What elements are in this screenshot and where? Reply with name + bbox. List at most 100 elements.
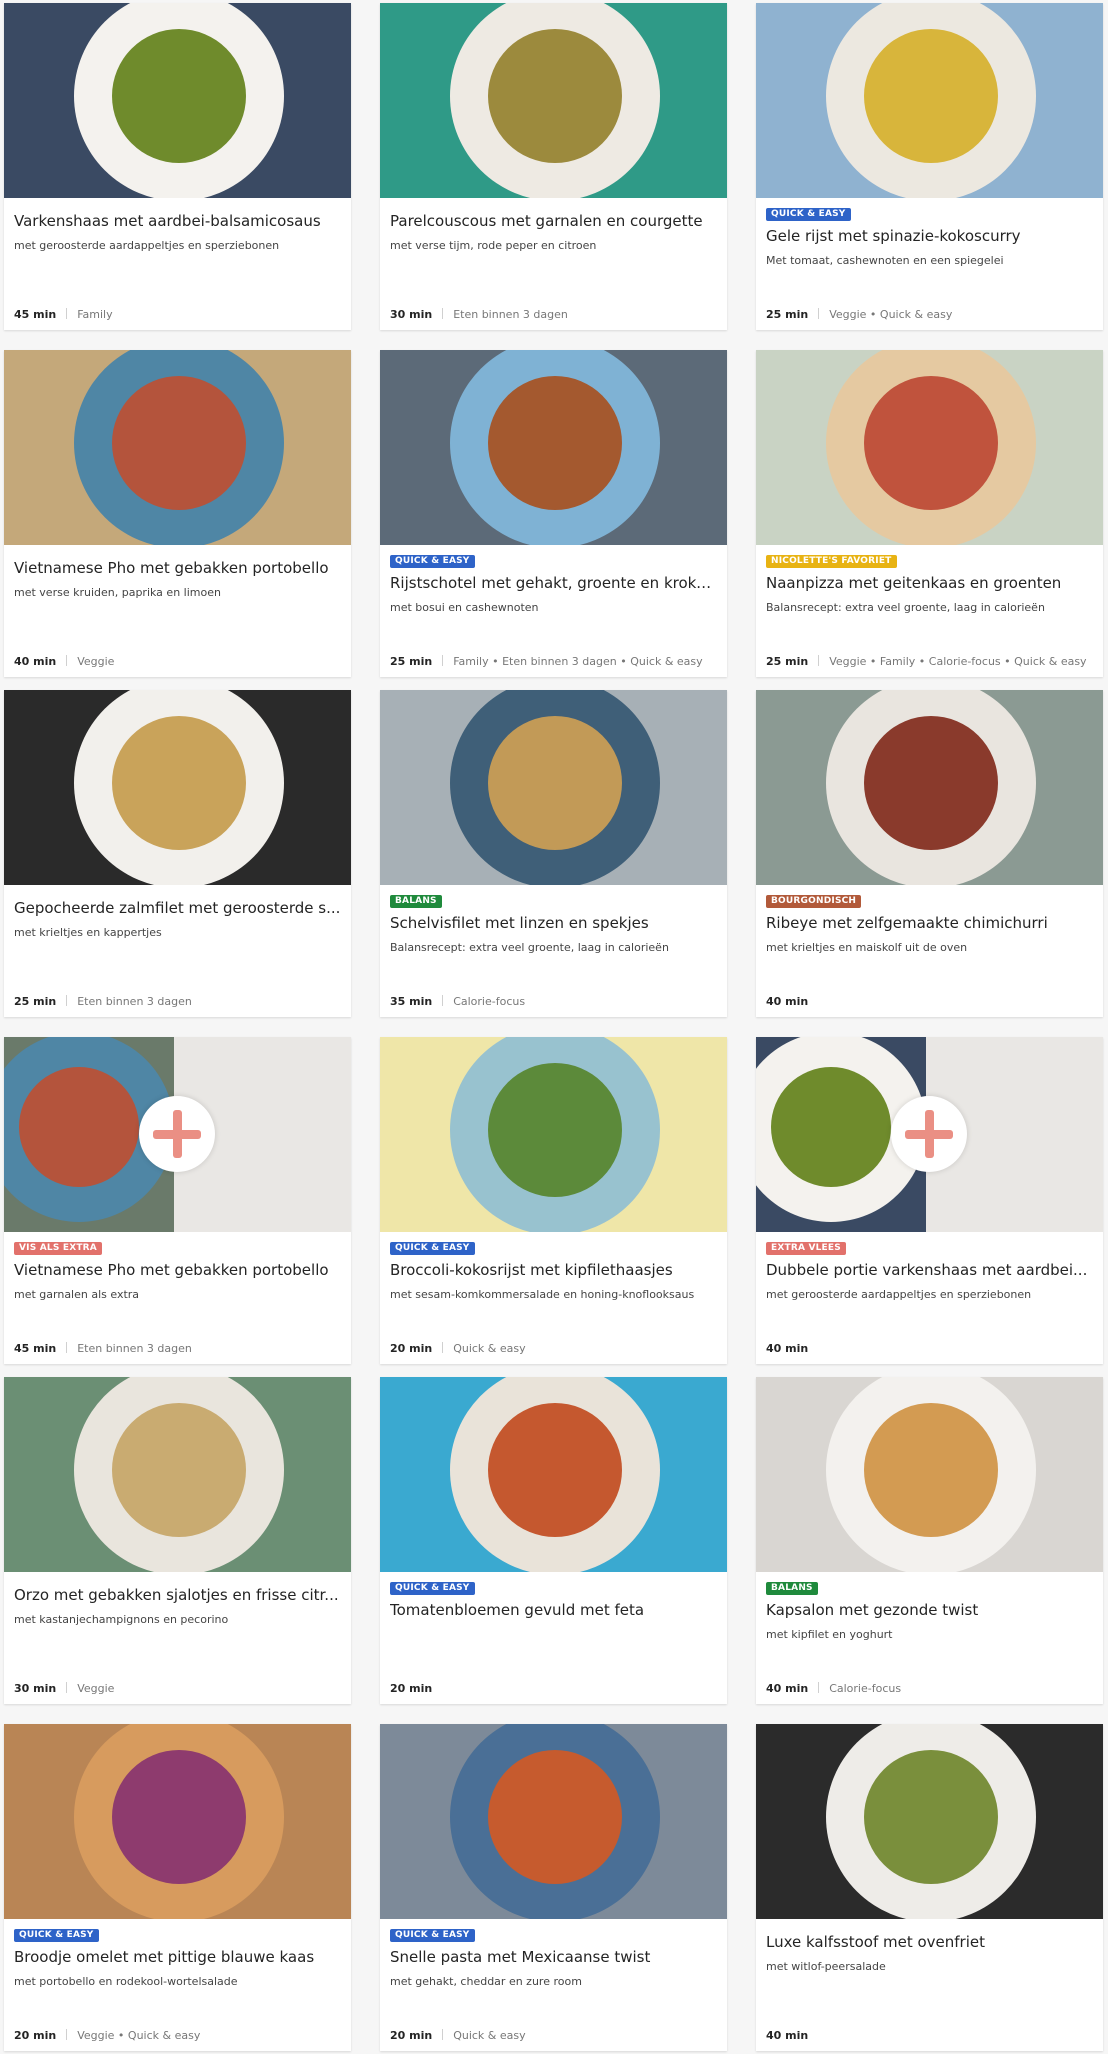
recipe-subtitle: met witlof-peersalade bbox=[766, 1960, 886, 1973]
recipe-card-body: QUICK & EASY Broccoli-kokosrijst met kipf… bbox=[380, 1232, 727, 1364]
meta-divider bbox=[818, 308, 820, 319]
meta-divider bbox=[66, 1682, 68, 1693]
recipe-card[interactable]: EXTRA VLEES Dubbele portie varkenshaas me… bbox=[756, 1037, 1103, 1364]
recipe-photo-kapsalon[interactable] bbox=[756, 1377, 1103, 1572]
recipe-card[interactable]: QUICK & EASY Snelle pasta met Mexicaanse … bbox=[380, 1724, 727, 2051]
recipe-card[interactable]: Vietnamese Pho met gebakken portobello me… bbox=[4, 350, 351, 677]
recipe-photo-rice-egg[interactable] bbox=[756, 3, 1103, 198]
recipe-card[interactable]: BOURGONDISCH Ribeye met zelfgemaakte chim… bbox=[756, 690, 1103, 1017]
prep-time: 40 min bbox=[766, 995, 809, 1008]
recipe-labels: Veggie • Quick & easy bbox=[77, 2029, 201, 2042]
recipe-card-body: QUICK & EASY Gele rijst met spinazie-koko… bbox=[756, 198, 1103, 330]
food-shape bbox=[864, 376, 998, 510]
recipe-photo-pasta[interactable] bbox=[380, 1724, 727, 1919]
recipe-meta: 25 min Veggie • Quick & easy bbox=[766, 307, 952, 322]
recipe-title[interactable]: Kapsalon met gezonde twist bbox=[766, 1600, 1093, 1620]
prep-time: 20 min bbox=[390, 1682, 433, 1695]
recipe-title[interactable]: Dubbele portie varkenshaas met aardbei..… bbox=[766, 1260, 1093, 1280]
recipe-subtitle: met geroosterde aardappeltjes en sperzie… bbox=[766, 1288, 1032, 1301]
prep-time: 20 min bbox=[390, 2029, 433, 2042]
food-shape bbox=[864, 29, 998, 163]
food-shape bbox=[864, 1403, 998, 1537]
prep-time: 40 min bbox=[766, 2029, 809, 2042]
recipe-photo-rice-casserole[interactable] bbox=[380, 350, 727, 545]
recipe-meta: 40 min Veggie bbox=[14, 654, 114, 669]
recipe-title[interactable]: Vietnamese Pho met gebakken portobello bbox=[14, 558, 341, 578]
recipe-photo-ribeye[interactable] bbox=[756, 690, 1103, 885]
meta-divider bbox=[442, 308, 444, 319]
recipe-title[interactable]: Rijstschotel met gehakt, groente en krok… bbox=[390, 573, 717, 593]
plus-icon bbox=[891, 1096, 967, 1172]
recipe-title[interactable]: Varkenshaas met aardbei-balsamicosaus bbox=[14, 211, 341, 231]
recipe-photo-naan-pizza[interactable] bbox=[756, 350, 1103, 545]
recipe-subtitle: met krieltjes en maiskolf uit de oven bbox=[766, 941, 968, 954]
recipe-photo-pork-double[interactable] bbox=[756, 1037, 1103, 1232]
recipe-card-body: QUICK & EASY Broodje omelet met pittige b… bbox=[4, 1919, 351, 2051]
recipe-meta: 20 min Quick & easy bbox=[390, 1341, 526, 1356]
recipe-subtitle: met geroosterde aardappeltjes en sperzie… bbox=[14, 239, 280, 252]
recipe-card[interactable]: QUICK & EASY Broodje omelet met pittige b… bbox=[4, 1724, 351, 2051]
recipe-title[interactable]: Broodje omelet met pittige blauwe kaas bbox=[14, 1947, 341, 1967]
recipe-title[interactable]: Broccoli-kokosrijst met kipfilethaasjes bbox=[390, 1260, 717, 1280]
recipe-photo-pho[interactable] bbox=[4, 350, 351, 545]
recipe-card-body: NICOLETTE'S FAVORIET Naanpizza met geiten… bbox=[756, 545, 1103, 677]
recipe-card[interactable]: Parelcouscous met garnalen en courgette m… bbox=[380, 3, 727, 330]
recipe-subtitle: Met tomaat, cashewnoten en een spiegelei bbox=[766, 254, 1004, 267]
recipe-card[interactable]: Varkenshaas met aardbei-balsamicosaus met… bbox=[4, 3, 351, 330]
food-shape bbox=[488, 1403, 622, 1537]
recipe-title[interactable]: Naanpizza met geitenkaas en groenten bbox=[766, 573, 1093, 593]
recipe-subtitle: met portobello en rodekool-wortelsalade bbox=[14, 1975, 238, 1988]
recipe-tag-badge: QUICK & EASY bbox=[390, 1582, 475, 1595]
recipe-card-body: Luxe kalfsstoof met ovenfriet met witlof-… bbox=[756, 1919, 1103, 2051]
recipe-subtitle: met sesam-komkommersalade en honing-knof… bbox=[390, 1288, 695, 1301]
recipe-card[interactable]: VIS ALS EXTRA Vietnamese Pho met gebakken… bbox=[4, 1037, 351, 1364]
recipe-card[interactable]: Luxe kalfsstoof met ovenfriet met witlof-… bbox=[756, 1724, 1103, 2051]
recipe-card[interactable]: QUICK & EASY Rijstschotel met gehakt, gro… bbox=[380, 350, 727, 677]
recipe-title[interactable]: Orzo met gebakken sjalotjes en frisse ci… bbox=[14, 1585, 341, 1605]
recipe-card[interactable]: Orzo met gebakken sjalotjes en frisse ci… bbox=[4, 1377, 351, 1704]
recipe-subtitle: met gehakt, cheddar en zure room bbox=[390, 1975, 582, 1988]
recipe-card[interactable]: QUICK & EASY Gele rijst met spinazie-koko… bbox=[756, 3, 1103, 330]
recipe-title[interactable]: Tomatenbloemen gevuld met feta bbox=[390, 1600, 717, 1620]
recipe-photo-sandwich[interactable] bbox=[4, 1724, 351, 1919]
recipe-tag-badge: QUICK & EASY bbox=[390, 1929, 475, 1942]
prep-time: 40 min bbox=[14, 655, 57, 668]
recipe-card[interactable]: QUICK & EASY Broccoli-kokosrijst met kipf… bbox=[380, 1037, 727, 1364]
prep-time: 25 min bbox=[766, 655, 809, 668]
recipe-title[interactable]: Gele rijst met spinazie-kokoscurry bbox=[766, 226, 1093, 246]
recipe-title[interactable]: Snelle pasta met Mexicaanse twist bbox=[390, 1947, 717, 1967]
recipe-photo-salmon[interactable] bbox=[4, 690, 351, 885]
recipe-card-body: Gepocheerde zalmfilet met geroosterde s.… bbox=[4, 885, 351, 1017]
meta-divider bbox=[66, 1342, 68, 1353]
recipe-title[interactable]: Gepocheerde zalmfilet met geroosterde s.… bbox=[14, 898, 341, 918]
recipe-meta: 30 min Veggie bbox=[14, 1681, 114, 1696]
recipe-photo-orzo[interactable] bbox=[4, 1377, 351, 1572]
recipe-photo-pork-beans[interactable] bbox=[4, 3, 351, 198]
food-shape bbox=[864, 1750, 998, 1884]
food-shape bbox=[864, 716, 998, 850]
recipe-card[interactable]: NICOLETTE'S FAVORIET Naanpizza met geiten… bbox=[756, 350, 1103, 677]
recipe-title[interactable]: Ribeye met zelfgemaakte chimichurri bbox=[766, 913, 1093, 933]
food-shape bbox=[488, 1063, 622, 1197]
recipe-photo-broccoli-rice[interactable] bbox=[380, 1037, 727, 1232]
recipe-title[interactable]: Parelcouscous met garnalen en courgette bbox=[390, 211, 717, 231]
recipe-card[interactable]: BALANS Schelvisfilet met linzen en spekje… bbox=[380, 690, 727, 1017]
recipe-title[interactable]: Vietnamese Pho met gebakken portobello bbox=[14, 1260, 341, 1280]
recipe-card[interactable]: Gepocheerde zalmfilet met geroosterde s.… bbox=[4, 690, 351, 1017]
recipe-card[interactable]: QUICK & EASY Tomatenbloemen gevuld met fe… bbox=[380, 1377, 727, 1704]
prep-time: 40 min bbox=[766, 1682, 809, 1695]
recipe-labels: Family bbox=[77, 308, 113, 321]
recipe-meta: 20 min bbox=[390, 1681, 442, 1696]
recipe-title[interactable]: Schelvisfilet met linzen en spekjes bbox=[390, 913, 717, 933]
recipe-meta: 20 min Quick & easy bbox=[390, 2028, 526, 2043]
recipe-photo-haddock[interactable] bbox=[380, 690, 727, 885]
recipe-photo-veal-stew[interactable] bbox=[756, 1724, 1103, 1919]
recipe-card-body: Varkenshaas met aardbei-balsamicosaus met… bbox=[4, 198, 351, 330]
recipe-labels: Eten binnen 3 dagen bbox=[77, 1342, 192, 1355]
recipe-photo-couscous[interactable] bbox=[380, 3, 727, 198]
recipe-card[interactable]: BALANS Kapsalon met gezonde twist met kipf… bbox=[756, 1377, 1103, 1704]
recipe-photo-pho-shrimp[interactable] bbox=[4, 1037, 351, 1232]
recipe-photo-tomatoes[interactable] bbox=[380, 1377, 727, 1572]
prep-time: 25 min bbox=[390, 655, 433, 668]
recipe-title[interactable]: Luxe kalfsstoof met ovenfriet bbox=[766, 1932, 1093, 1952]
